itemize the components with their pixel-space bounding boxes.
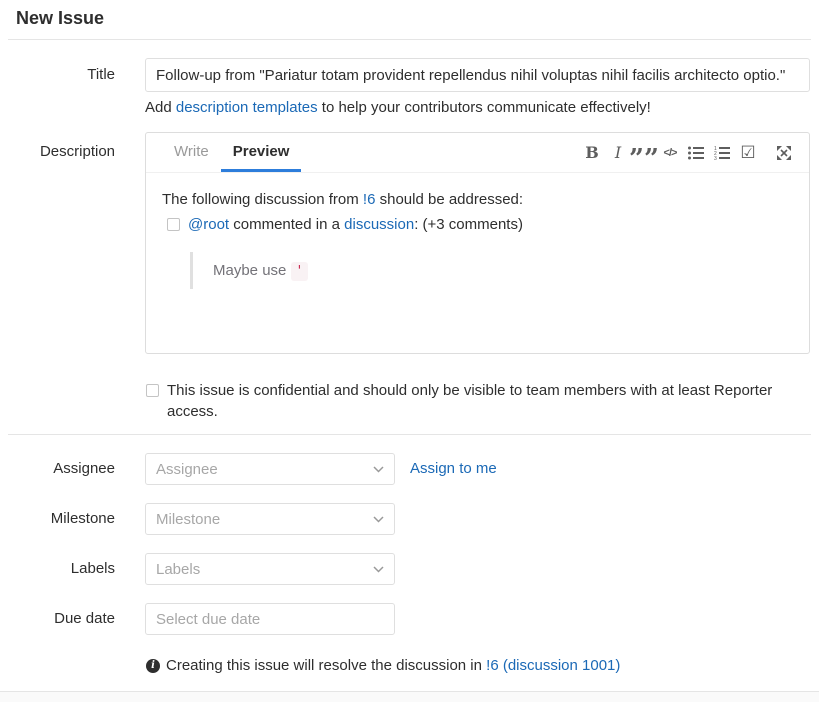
preview-intro-prefix: The following discussion from bbox=[162, 191, 363, 208]
quoted-comment: Maybe use ' bbox=[190, 252, 793, 289]
chevron-down-icon bbox=[373, 516, 384, 523]
tab-write[interactable]: Write bbox=[162, 133, 221, 172]
numbered-list-icon: 1 2 3 bbox=[714, 146, 730, 160]
title-help-prefix: Add bbox=[145, 99, 176, 116]
title-label: Title bbox=[0, 58, 115, 92]
markdown-editor: Write Preview B I ”” </> bbox=[145, 132, 810, 354]
assignee-dropdown[interactable]: Assignee bbox=[145, 453, 395, 485]
task-list-item: @root commented in a discussion: (+3 com… bbox=[167, 215, 793, 235]
header-divider bbox=[8, 39, 811, 40]
confidential-label[interactable]: This issue is confidential and should on… bbox=[167, 380, 795, 422]
task-suffix-text: : (+3 comments) bbox=[414, 216, 523, 233]
editor-toolbar: B I ”” </> 1 bbox=[579, 133, 797, 172]
code-button[interactable]: </> bbox=[657, 138, 683, 168]
markdown-preview: The following discussion from !6 should … bbox=[146, 173, 809, 306]
title-help-suffix: to help your contributors communicate ef… bbox=[318, 99, 651, 116]
svg-text:3: 3 bbox=[714, 156, 717, 160]
chevron-down-icon bbox=[373, 466, 384, 473]
milestone-dropdown[interactable]: Milestone bbox=[145, 503, 395, 535]
confidential-row: This issue is confidential and should on… bbox=[146, 380, 803, 422]
task-list-button[interactable]: ☑ bbox=[735, 138, 761, 168]
assignee-placeholder: Assignee bbox=[156, 461, 218, 478]
fullscreen-button[interactable] bbox=[771, 138, 797, 168]
due-date-row: Due date bbox=[0, 603, 819, 635]
description-templates-link[interactable]: description templates bbox=[176, 99, 318, 116]
form-actions-footer bbox=[0, 691, 819, 702]
description-row: Description Write Preview B I ”” </> bbox=[0, 132, 819, 354]
new-issue-page: New Issue Title Add description template… bbox=[0, 6, 819, 702]
description-label: Description bbox=[0, 142, 115, 162]
fullscreen-icon bbox=[777, 146, 791, 160]
assignee-label: Assignee bbox=[0, 453, 115, 485]
labels-placeholder: Labels bbox=[156, 561, 200, 578]
due-date-label: Due date bbox=[0, 603, 115, 635]
title-input[interactable] bbox=[145, 58, 810, 92]
preview-intro-suffix: should be addressed: bbox=[375, 191, 523, 208]
labels-dropdown[interactable]: Labels bbox=[145, 553, 395, 585]
bullet-list-icon bbox=[688, 146, 704, 160]
info-icon: i bbox=[146, 659, 160, 673]
assign-to-me-link[interactable]: Assign to me bbox=[410, 453, 497, 485]
merge-request-link[interactable]: !6 bbox=[363, 191, 376, 208]
labels-row: Labels Labels bbox=[0, 553, 819, 585]
resolve-discussion-note: i Creating this issue will resolve the d… bbox=[146, 658, 819, 674]
italic-button[interactable]: I bbox=[605, 138, 631, 168]
resolve-discussion-link[interactable]: !6 (discussion 1001) bbox=[486, 657, 620, 674]
task-middle-text: commented in a bbox=[229, 216, 344, 233]
editor-tabs: Write Preview bbox=[162, 133, 301, 172]
inline-code: ' bbox=[291, 262, 309, 281]
quote-text: Maybe use bbox=[213, 262, 291, 279]
resolve-note-prefix: Creating this issue will resolve the dis… bbox=[166, 657, 486, 674]
bullet-list-button[interactable] bbox=[683, 138, 709, 168]
quote-button[interactable]: ”” bbox=[631, 138, 657, 168]
due-date-input[interactable] bbox=[145, 603, 395, 635]
user-link[interactable]: @root bbox=[188, 216, 229, 233]
discussion-link[interactable]: discussion bbox=[344, 216, 414, 233]
chevron-down-icon bbox=[373, 566, 384, 573]
section-divider bbox=[8, 434, 811, 435]
editor-header: Write Preview B I ”” </> bbox=[146, 133, 809, 173]
task-item-text: @root commented in a discussion: (+3 com… bbox=[188, 215, 523, 235]
labels-label: Labels bbox=[0, 553, 115, 585]
milestone-label: Milestone bbox=[0, 503, 115, 535]
tab-preview[interactable]: Preview bbox=[221, 133, 302, 172]
resolve-note-text: Creating this issue will resolve the dis… bbox=[166, 658, 620, 674]
title-help-text: Add description templates to help your c… bbox=[145, 100, 819, 116]
assignee-row: Assignee Assignee Assign to me bbox=[0, 453, 819, 485]
bold-button[interactable]: B bbox=[579, 138, 605, 168]
page-title: New Issue bbox=[16, 6, 819, 30]
title-row: Title Add description templates to help … bbox=[0, 58, 819, 116]
confidential-checkbox[interactable] bbox=[146, 384, 159, 397]
preview-intro-line: The following discussion from !6 should … bbox=[162, 190, 793, 210]
milestone-placeholder: Milestone bbox=[156, 511, 220, 528]
numbered-list-button[interactable]: 1 2 3 bbox=[709, 138, 735, 168]
milestone-row: Milestone Milestone bbox=[0, 503, 819, 535]
task-checkbox[interactable] bbox=[167, 218, 180, 231]
